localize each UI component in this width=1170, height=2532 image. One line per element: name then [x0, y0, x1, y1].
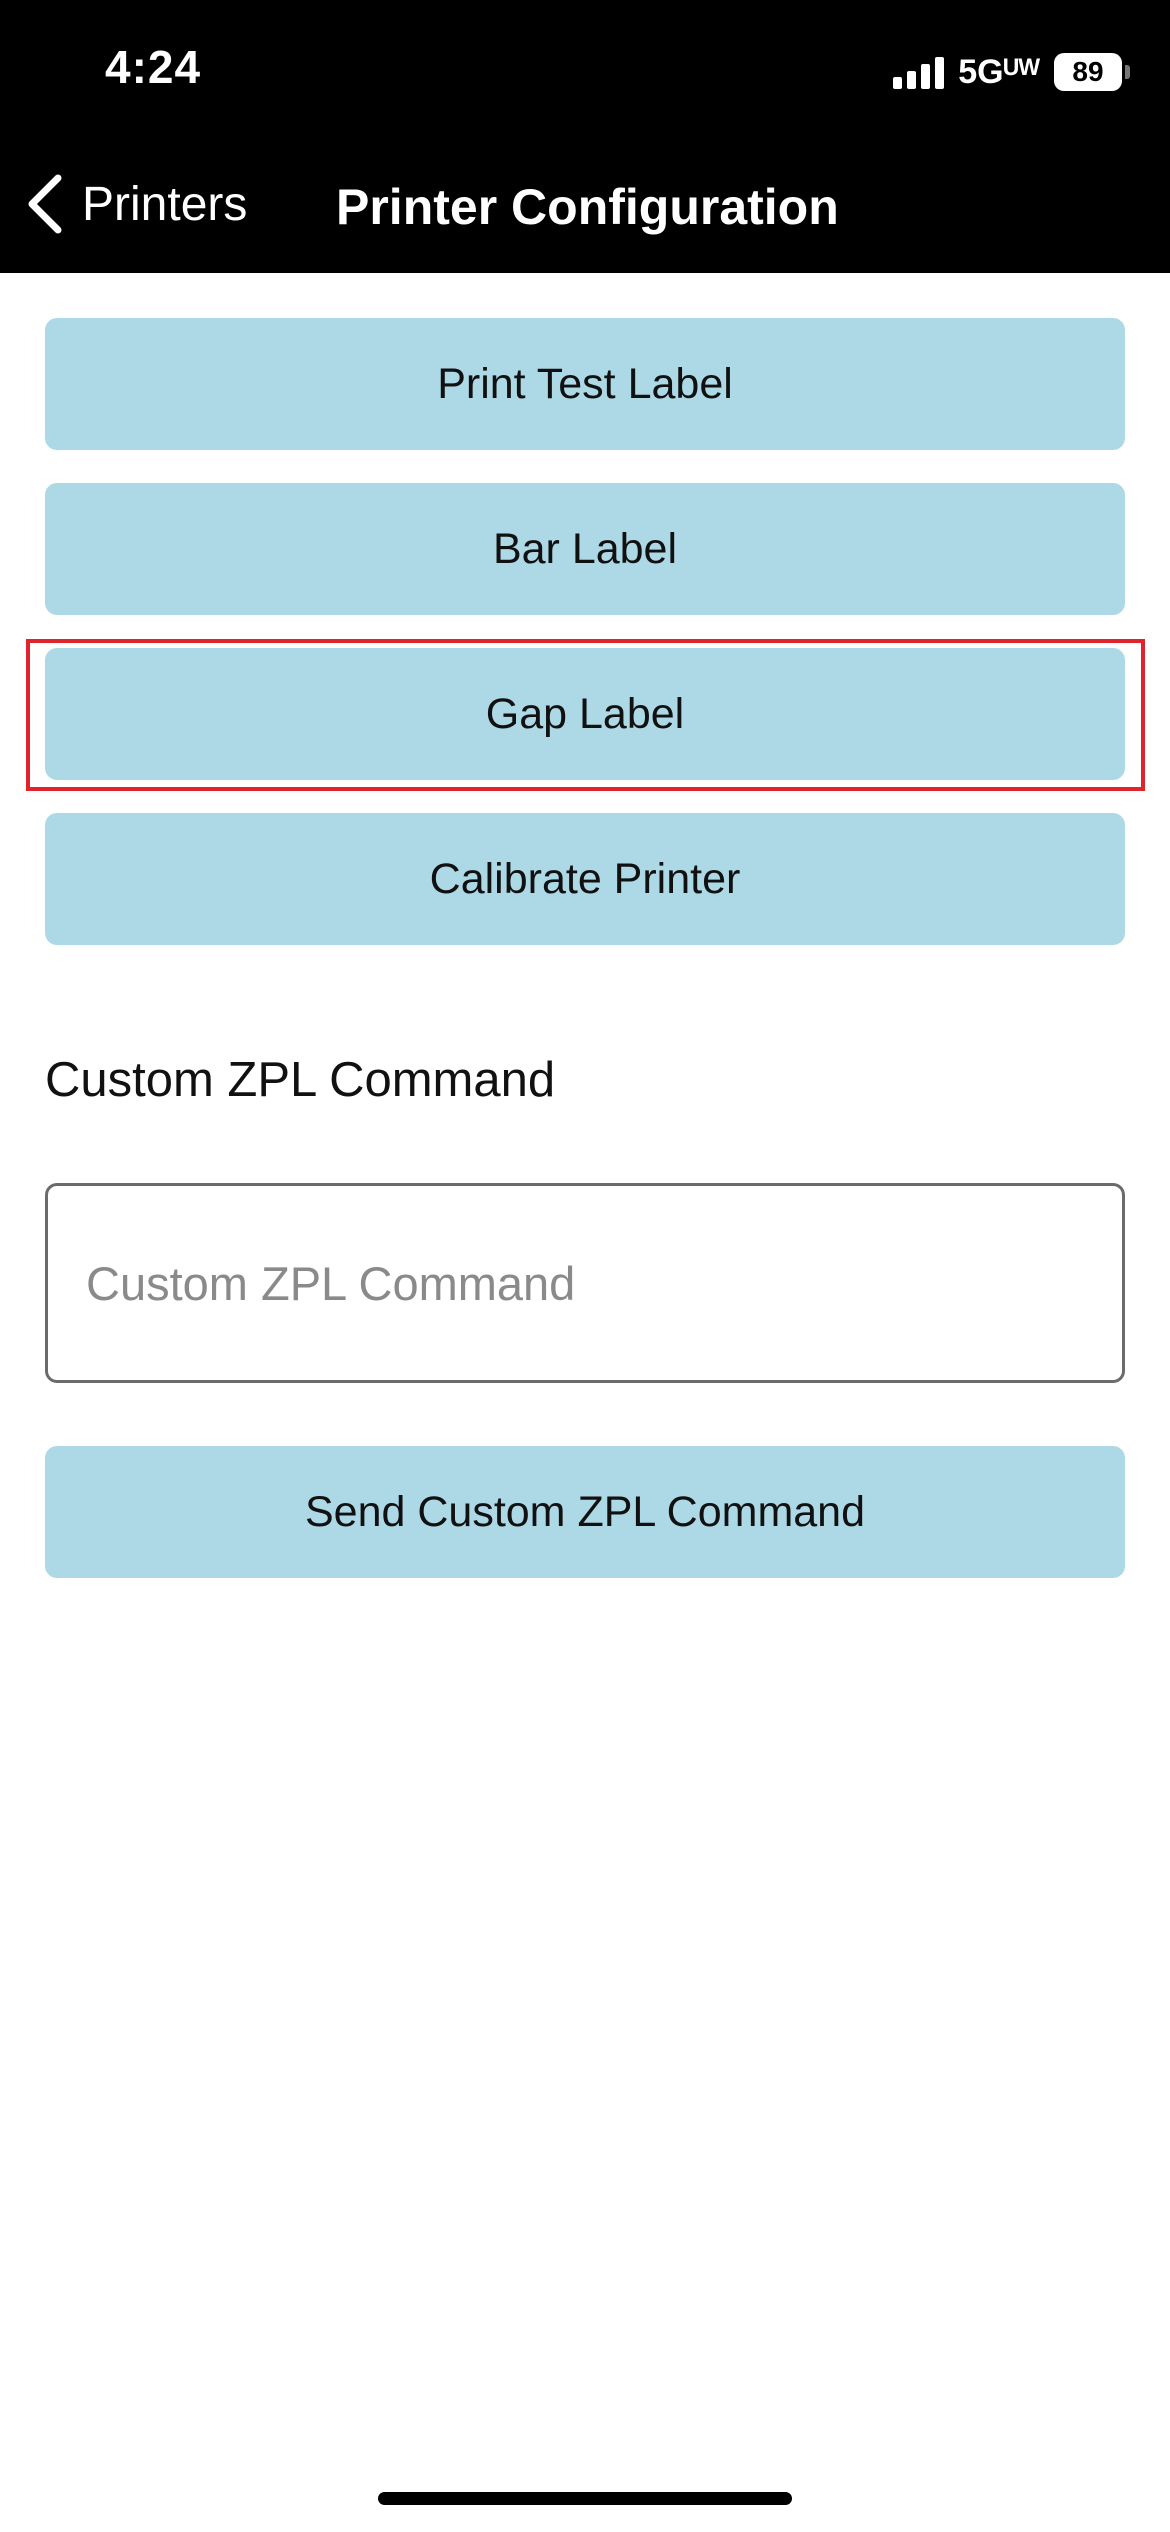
- page-title: Printer Configuration: [336, 179, 839, 235]
- print-test-label-button[interactable]: Print Test Label: [45, 318, 1125, 450]
- calibrate-printer-button[interactable]: Calibrate Printer: [45, 813, 1125, 945]
- battery-level: 89: [1054, 53, 1122, 91]
- back-button[interactable]: Printers: [24, 172, 247, 236]
- highlight-box: [26, 639, 1145, 791]
- custom-zpl-heading: Custom ZPL Command: [45, 1053, 556, 1107]
- send-custom-zpl-button[interactable]: Send Custom ZPL Command: [45, 1446, 1125, 1578]
- navigation-bar: Printers Printer Configuration: [0, 160, 1170, 252]
- bar-label-button[interactable]: Bar Label: [45, 483, 1125, 615]
- home-indicator: [378, 2492, 792, 2505]
- top-bar: 4:24 5Gᵁᵂ 89 Printers Printer Configurat…: [0, 0, 1170, 273]
- back-label: Printers: [82, 177, 248, 231]
- chevron-left-icon: [28, 174, 62, 234]
- battery-icon: 89: [1054, 53, 1130, 91]
- network-type: 5Gᵁᵂ: [958, 52, 1040, 91]
- cellular-signal-icon: [893, 55, 945, 89]
- custom-zpl-input[interactable]: [45, 1183, 1125, 1383]
- status-indicators: 5Gᵁᵂ 89: [893, 52, 1130, 92]
- status-time: 4:24: [105, 41, 202, 93]
